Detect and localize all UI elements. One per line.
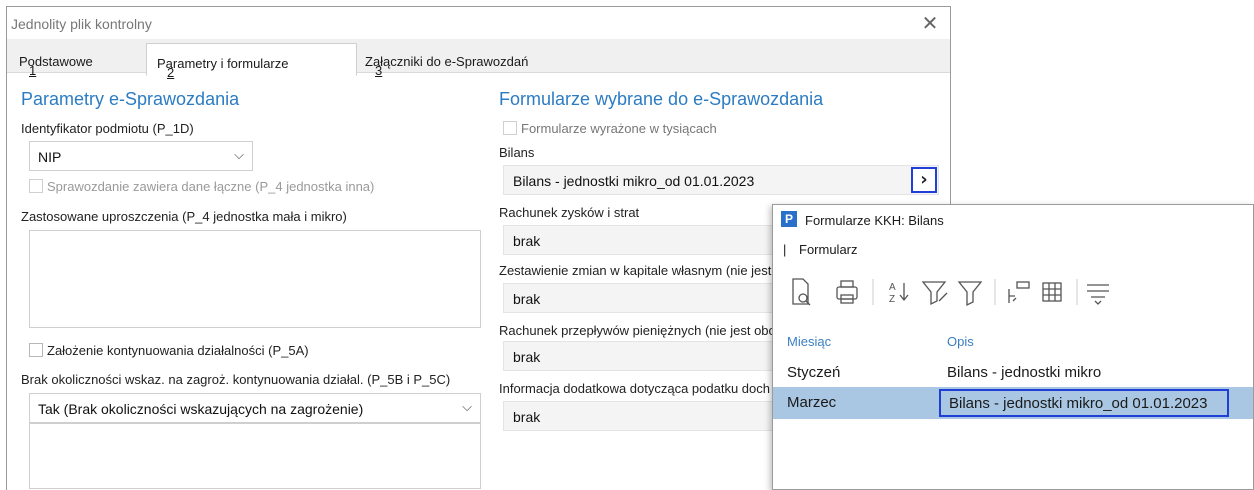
row-month: Styczeń	[787, 364, 841, 381]
threat-value: Tak (Brak okoliczności wskazujących na z…	[38, 401, 364, 417]
filter-edit-icon[interactable]	[921, 281, 948, 306]
row-desc: Bilans - jednostki mikro_od 01.01.2023	[939, 389, 1229, 417]
grid-icon[interactable]	[1042, 282, 1062, 302]
list-item-selected[interactable]: Marzec Bilans - jednostki mikro_od 01.01…	[773, 387, 1253, 419]
print-icon[interactable]	[836, 280, 858, 304]
zzk-field[interactable]: brak	[503, 283, 803, 313]
bilans-select-button[interactable]: ›	[911, 167, 937, 193]
formularze-popup: P Formularze KKH: Bilans | Formularz A Z	[772, 204, 1254, 490]
left-heading: Parametry e-Sprawozdania	[21, 89, 240, 109]
svg-text:Z: Z	[889, 294, 895, 305]
tab-mnemonic: 2	[167, 65, 175, 80]
chevron-down-icon: ⌵	[462, 400, 472, 415]
sort-az-icon[interactable]: A Z	[889, 282, 909, 305]
title-bar: Jednolity plik kontrolny ✕	[7, 7, 950, 39]
row-desc: Bilans - jednostki mikro	[947, 364, 1102, 381]
tab-mnemonic: 3	[375, 63, 383, 78]
zzk-value: brak	[513, 291, 541, 307]
rzis-value: brak	[513, 233, 541, 249]
thousands-checkbox[interactable]	[503, 121, 517, 135]
zzk-label: Zestawienie zmian w kapitale własnym (ni…	[499, 263, 772, 278]
rpp-field[interactable]: brak	[503, 341, 803, 371]
simplifications-field[interactable]	[29, 230, 481, 328]
svg-text:A: A	[889, 282, 896, 293]
preview-icon[interactable]	[792, 278, 811, 306]
threat-label: Brak okoliczności wskaz. na zagroż. kont…	[21, 372, 451, 387]
more-options-icon[interactable]	[1087, 284, 1109, 305]
going-concern-checkbox[interactable]	[29, 343, 43, 357]
simplifications-label: Zastosowane uproszczenia (P_4 jednostka …	[21, 209, 347, 224]
popup-title: Formularze KKH: Bilans	[805, 213, 944, 228]
tab-label: Parametry i formularze	[157, 56, 289, 71]
threat-details-field[interactable]	[29, 423, 481, 489]
tab-bar: 1 Podstawowe 2 Parametry i formularze 3 …	[7, 39, 950, 80]
info-value: brak	[513, 409, 541, 425]
going-concern-label: Założenie kontynuowania działalności (P_…	[47, 343, 309, 358]
bilans-field[interactable]: Bilans - jednostki mikro_od 01.01.2023	[503, 165, 939, 195]
thousands-label: Formularze wyrażone w tysiącach	[521, 121, 717, 136]
bilans-label: Bilans	[499, 145, 535, 160]
column-header-month[interactable]: Miesiąc	[787, 334, 831, 349]
rpp-label: Rachunek przepływów pieniężnych (nie jes…	[499, 323, 776, 338]
window-title: Jednolity plik kontrolny	[11, 16, 152, 32]
tab-parametry[interactable]: 2 Parametry i formularze	[146, 43, 357, 80]
menu-separator: |	[783, 242, 787, 257]
filter-icon[interactable]	[957, 281, 983, 307]
menu-formularz[interactable]: Formularz	[799, 242, 858, 257]
chevron-down-icon: ⌵	[234, 148, 244, 163]
bilans-value: Bilans - jednostki mikro_od 01.01.2023	[513, 173, 755, 189]
combined-data-label: Sprawozdanie zawiera dane łączne (P_4 je…	[47, 179, 375, 194]
right-heading: Formularze wybrane do e-Sprawozdania	[499, 89, 824, 109]
identifier-label: Identyfikator podmiotu (P_1D)	[21, 121, 194, 136]
rzis-field[interactable]: brak	[503, 225, 803, 255]
threat-select[interactable]: Tak (Brak okoliczności wskazujących na z…	[29, 393, 481, 423]
tab-zalaczniki[interactable]: 3 Załączniki do e-Sprawozdań	[355, 45, 575, 78]
tab-label: Załączniki do e-Sprawozdań	[365, 54, 529, 69]
toolbar: A Z	[792, 278, 1109, 307]
list-item[interactable]: Styczeń Bilans - jednostki mikro	[773, 359, 1253, 387]
identifier-select[interactable]: NIP ⌵	[29, 141, 253, 171]
column-header-desc[interactable]: Opis	[947, 334, 974, 349]
rpp-value: brak	[513, 349, 541, 365]
close-icon[interactable]: ✕	[918, 11, 942, 35]
app-icon: P	[781, 211, 797, 227]
row-month: Marzec	[787, 394, 837, 411]
combined-data-checkbox[interactable]	[29, 179, 43, 193]
info-field[interactable]: brak	[503, 401, 803, 431]
rzis-label: Rachunek zysków i strat	[499, 205, 640, 220]
columns-icon[interactable]	[1008, 281, 1030, 303]
info-label: Informacja dodatkowa dotycząca podatku d…	[499, 381, 771, 396]
tab-mnemonic: 1	[29, 63, 37, 78]
identifier-value: NIP	[38, 149, 62, 165]
tab-podstawowe[interactable]: 1 Podstawowe	[9, 45, 137, 78]
